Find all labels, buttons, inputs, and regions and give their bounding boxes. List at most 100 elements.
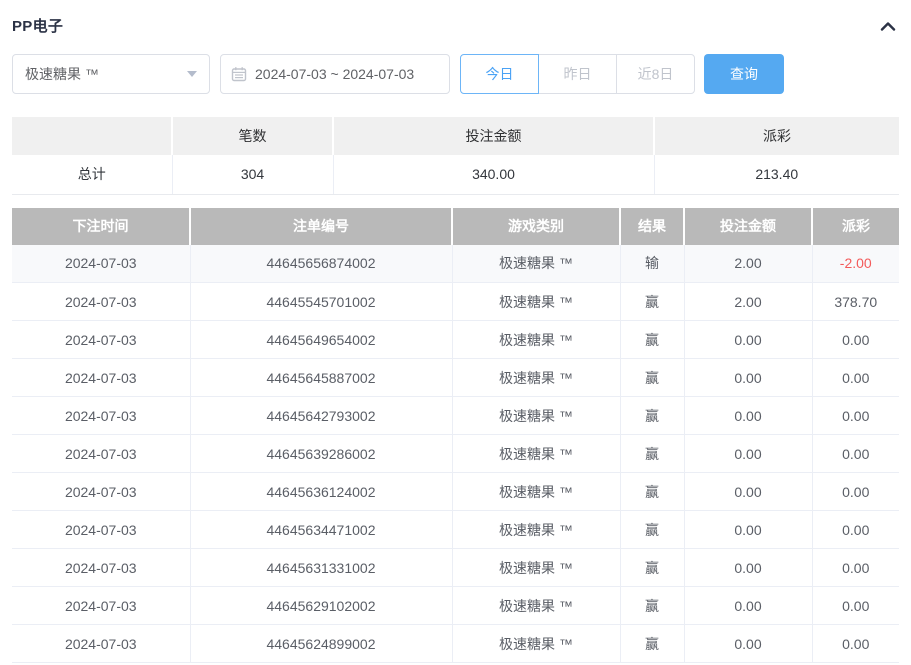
cell-payout: 0.00 <box>812 435 899 473</box>
summary-header-count: 笔数 <box>172 117 333 155</box>
summary-total-bet-amount: 340.00 <box>333 155 654 194</box>
records-header-bet-amount: 投注金额 <box>684 208 812 245</box>
game-select-value: 极速糖果 ™ <box>25 64 99 84</box>
records-header-payout: 派彩 <box>812 208 899 245</box>
cell-game-type: 极速糖果 ™ <box>452 397 620 435</box>
cell-payout: 0.00 <box>812 625 899 663</box>
cell-bet-amount: 0.00 <box>684 511 812 549</box>
page-title: PP电子 <box>12 15 63 36</box>
pp-electronic-panel: PP电子 极速糖果 ™ <box>0 0 911 663</box>
table-row: 2024-07-0344645636124002极速糖果 ™赢0.000.00 <box>12 473 899 511</box>
records-header-result: 结果 <box>620 208 684 245</box>
summary-header-blank <box>12 117 172 155</box>
cell-bet-id: 44645642793002 <box>190 397 452 435</box>
cell-bet-time: 2024-07-03 <box>12 625 190 663</box>
cell-result: 赢 <box>620 435 684 473</box>
cell-game-type: 极速糖果 ™ <box>452 549 620 587</box>
cell-payout: 0.00 <box>812 511 899 549</box>
cell-bet-id: 44645656874002 <box>190 245 452 283</box>
cell-bet-time: 2024-07-03 <box>12 397 190 435</box>
cell-result: 赢 <box>620 549 684 587</box>
cell-game-type: 极速糖果 ™ <box>452 435 620 473</box>
cell-bet-time: 2024-07-03 <box>12 511 190 549</box>
cell-bet-amount: 0.00 <box>684 435 812 473</box>
cell-game-type: 极速糖果 ™ <box>452 473 620 511</box>
table-row: 2024-07-0344645656874002极速糖果 ™输2.00-2.00 <box>12 245 899 283</box>
cell-bet-time: 2024-07-03 <box>12 549 190 587</box>
cell-result: 赢 <box>620 283 684 321</box>
cell-result: 赢 <box>620 625 684 663</box>
cell-bet-time: 2024-07-03 <box>12 359 190 397</box>
summary-table: 笔数 投注金额 派彩 总计 304 340.00 213.40 <box>12 117 899 195</box>
game-select[interactable]: 极速糖果 ™ <box>12 54 210 94</box>
quick-range-button-2[interactable]: 近8日 <box>616 54 695 94</box>
cell-bet-time: 2024-07-03 <box>12 473 190 511</box>
cell-bet-amount: 0.00 <box>684 587 812 625</box>
summary-header-row: 笔数 投注金额 派彩 <box>12 117 899 155</box>
table-row: 2024-07-0344645545701002极速糖果 ™赢2.00378.7… <box>12 283 899 321</box>
collapse-panel-button[interactable] <box>877 17 899 35</box>
cell-bet-time: 2024-07-03 <box>12 245 190 283</box>
records-header-bet-time: 下注时间 <box>12 208 190 245</box>
cell-result: 赢 <box>620 397 684 435</box>
summary-total-payout: 213.40 <box>654 155 899 194</box>
cell-game-type: 极速糖果 ™ <box>452 321 620 359</box>
quick-range-group: 今日昨日近8日 <box>460 54 695 94</box>
cell-bet-id: 44645634471002 <box>190 511 452 549</box>
cell-bet-id: 44645639286002 <box>190 435 452 473</box>
cell-bet-id: 44645631331002 <box>190 549 452 587</box>
caret-down-icon <box>187 71 197 77</box>
table-row: 2024-07-0344645645887002极速糖果 ™赢0.000.00 <box>12 359 899 397</box>
cell-bet-id: 44645645887002 <box>190 359 452 397</box>
summary-total-label: 总计 <box>12 155 172 194</box>
cell-game-type: 极速糖果 ™ <box>452 625 620 663</box>
table-row: 2024-07-0344645642793002极速糖果 ™赢0.000.00 <box>12 397 899 435</box>
cell-payout: 0.00 <box>812 359 899 397</box>
date-range-picker[interactable]: 2024-07-03 ~ 2024-07-03 <box>220 54 450 94</box>
cell-bet-id: 44645629102002 <box>190 587 452 625</box>
table-row: 2024-07-0344645631331002极速糖果 ™赢0.000.00 <box>12 549 899 587</box>
quick-range-button-1[interactable]: 昨日 <box>538 54 617 94</box>
cell-game-type: 极速糖果 ™ <box>452 511 620 549</box>
cell-result: 赢 <box>620 587 684 625</box>
records-tbody: 2024-07-0344645656874002极速糖果 ™输2.00-2.00… <box>12 245 899 663</box>
cell-bet-id: 44645649654002 <box>190 321 452 359</box>
cell-bet-time: 2024-07-03 <box>12 435 190 473</box>
table-row: 2024-07-0344645649654002极速糖果 ™赢0.000.00 <box>12 321 899 359</box>
cell-result: 赢 <box>620 359 684 397</box>
cell-bet-amount: 2.00 <box>684 245 812 283</box>
cell-game-type: 极速糖果 ™ <box>452 587 620 625</box>
cell-bet-amount: 0.00 <box>684 625 812 663</box>
table-row: 2024-07-0344645639286002极速糖果 ™赢0.000.00 <box>12 435 899 473</box>
records-table: 下注时间注单编号游戏类别结果投注金额派彩 2024-07-03446456568… <box>12 208 899 664</box>
quick-range-button-0[interactable]: 今日 <box>460 54 539 94</box>
cell-payout: 0.00 <box>812 321 899 359</box>
cell-payout: 0.00 <box>812 587 899 625</box>
summary-header-bet-amount: 投注金额 <box>333 117 654 155</box>
cell-game-type: 极速糖果 ™ <box>452 359 620 397</box>
records-header-row: 下注时间注单编号游戏类别结果投注金额派彩 <box>12 208 899 245</box>
cell-bet-id: 44645624899002 <box>190 625 452 663</box>
cell-game-type: 极速糖果 ™ <box>452 245 620 283</box>
cell-bet-amount: 2.00 <box>684 283 812 321</box>
records-header-game-type: 游戏类别 <box>452 208 620 245</box>
table-row: 2024-07-0344645624899002极速糖果 ™赢0.000.00 <box>12 625 899 663</box>
panel-header: PP电子 <box>12 0 899 36</box>
cell-bet-time: 2024-07-03 <box>12 283 190 321</box>
records-header-bet-id: 注单编号 <box>190 208 452 245</box>
summary-total-row: 总计 304 340.00 213.40 <box>12 155 899 194</box>
cell-bet-amount: 0.00 <box>684 549 812 587</box>
cell-payout: 0.00 <box>812 549 899 587</box>
table-row: 2024-07-0344645629102002极速糖果 ™赢0.000.00 <box>12 587 899 625</box>
table-row: 2024-07-0344645634471002极速糖果 ™赢0.000.00 <box>12 511 899 549</box>
cell-bet-amount: 0.00 <box>684 321 812 359</box>
cell-game-type: 极速糖果 ™ <box>452 283 620 321</box>
query-button[interactable]: 查询 <box>704 54 784 94</box>
cell-result: 输 <box>620 245 684 283</box>
filter-bar: 极速糖果 ™ 2024-07-03 ~ 2024-07-03 今日昨日近8日 查… <box>12 54 899 94</box>
date-range-value: 2024-07-03 ~ 2024-07-03 <box>255 66 414 82</box>
cell-bet-amount: 0.00 <box>684 473 812 511</box>
cell-bet-time: 2024-07-03 <box>12 321 190 359</box>
cell-result: 赢 <box>620 321 684 359</box>
cell-payout: 378.70 <box>812 283 899 321</box>
